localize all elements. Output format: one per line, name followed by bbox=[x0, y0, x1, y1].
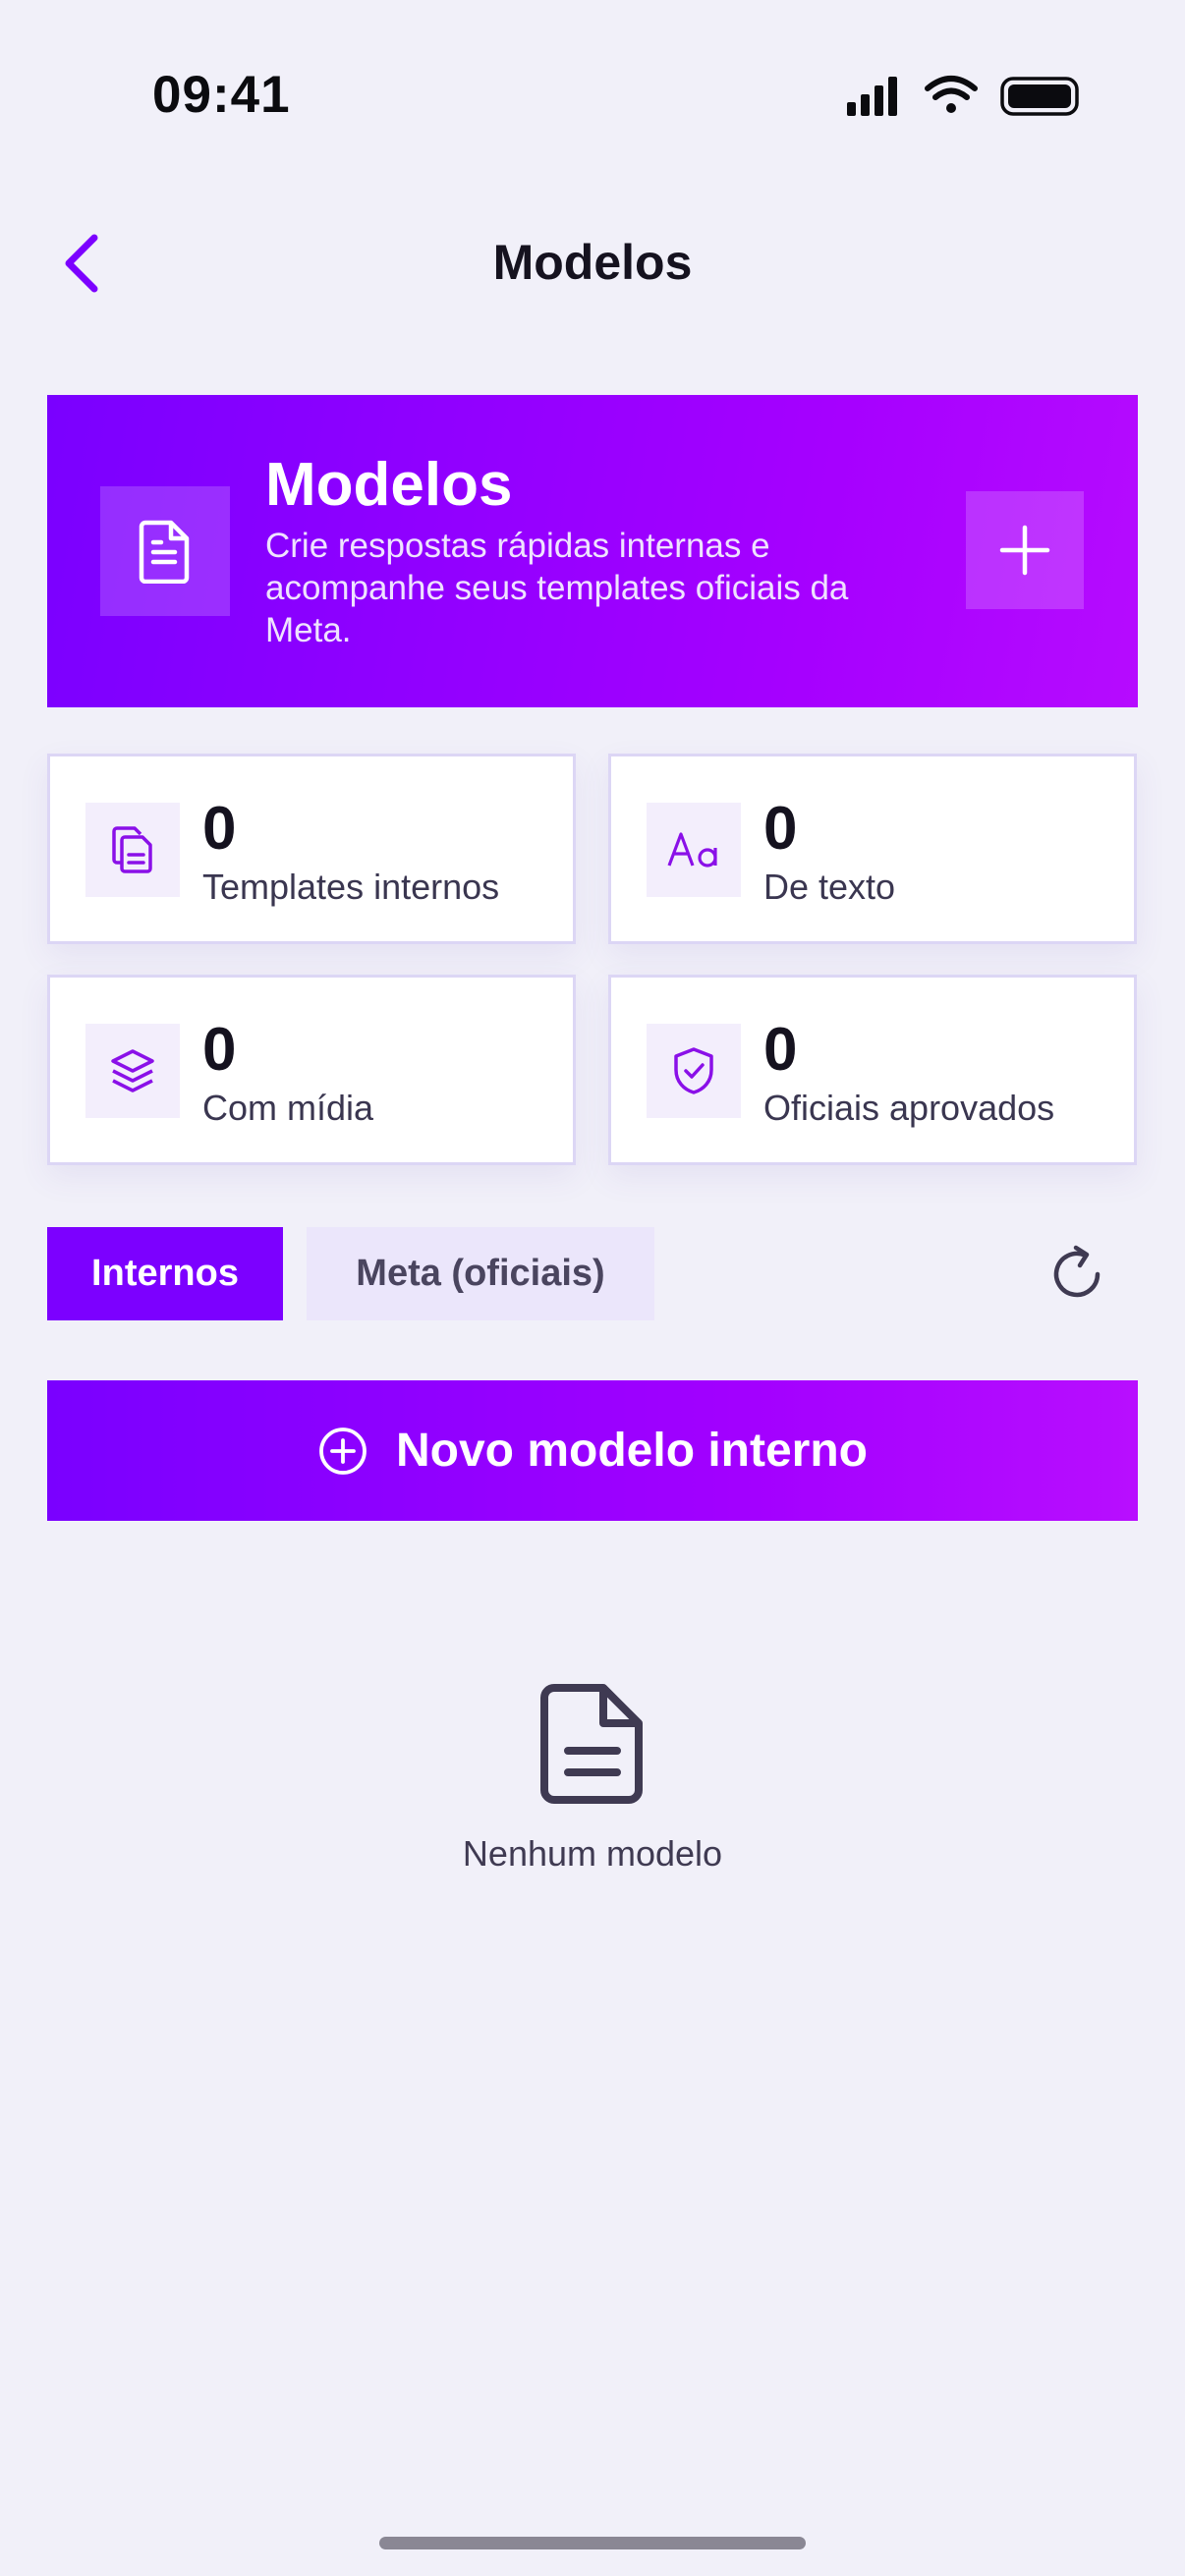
hero-subtitle: Crie respostas rápidas internas e acompa… bbox=[265, 527, 849, 649]
stat-label: Oficiais aprovados bbox=[763, 1088, 1055, 1128]
stat-card-com-midia: 0 Com mídia bbox=[47, 975, 576, 1165]
plus-circle-icon bbox=[319, 1427, 367, 1475]
tab-meta-oficiais[interactable]: Meta (oficiais) bbox=[307, 1227, 654, 1320]
tab-internos[interactable]: Internos bbox=[47, 1227, 283, 1320]
add-template-button[interactable] bbox=[966, 491, 1084, 609]
wifi-icon bbox=[925, 76, 978, 100]
home-indicator[interactable] bbox=[379, 2537, 806, 2549]
new-internal-template-label: Novo modelo interno bbox=[396, 1425, 868, 1477]
hero-banner: Modelos Crie respostas rápidas internas … bbox=[47, 395, 1138, 707]
plus-icon bbox=[999, 525, 1050, 576]
empty-document-icon bbox=[540, 1684, 643, 1804]
status-icons bbox=[847, 76, 1079, 116]
stat-card-de-texto: 0 De texto bbox=[608, 754, 1137, 944]
stat-value: 0 bbox=[202, 1016, 237, 1084]
stat-label: Templates internos bbox=[202, 867, 500, 907]
signal-icon bbox=[847, 77, 897, 116]
stat-value: 0 bbox=[763, 1016, 798, 1084]
stat-card-oficiais-aprovados: 0 Oficiais aprovados bbox=[608, 975, 1137, 1165]
battery-icon bbox=[1000, 77, 1079, 116]
status-time: 09:41 bbox=[152, 66, 291, 124]
shield-check-icon bbox=[647, 1024, 741, 1118]
text-aa-icon bbox=[647, 803, 741, 897]
stat-label: Com mídia bbox=[202, 1088, 374, 1128]
documents-icon bbox=[85, 803, 180, 897]
document-icon bbox=[100, 486, 230, 616]
page-title: Modelos bbox=[492, 235, 693, 290]
new-internal-template-button[interactable]: Novo modelo interno bbox=[47, 1380, 1138, 1521]
stat-label: De texto bbox=[763, 867, 896, 907]
stat-card-templates-internos: 0 Templates internos bbox=[47, 754, 576, 944]
empty-state-text: Nenhum modelo bbox=[462, 1833, 723, 1874]
refresh-icon[interactable] bbox=[1044, 1240, 1112, 1309]
hero-title: Modelos bbox=[265, 451, 513, 519]
stat-value: 0 bbox=[202, 795, 237, 863]
stat-value: 0 bbox=[763, 795, 798, 863]
layers-icon bbox=[85, 1024, 180, 1118]
